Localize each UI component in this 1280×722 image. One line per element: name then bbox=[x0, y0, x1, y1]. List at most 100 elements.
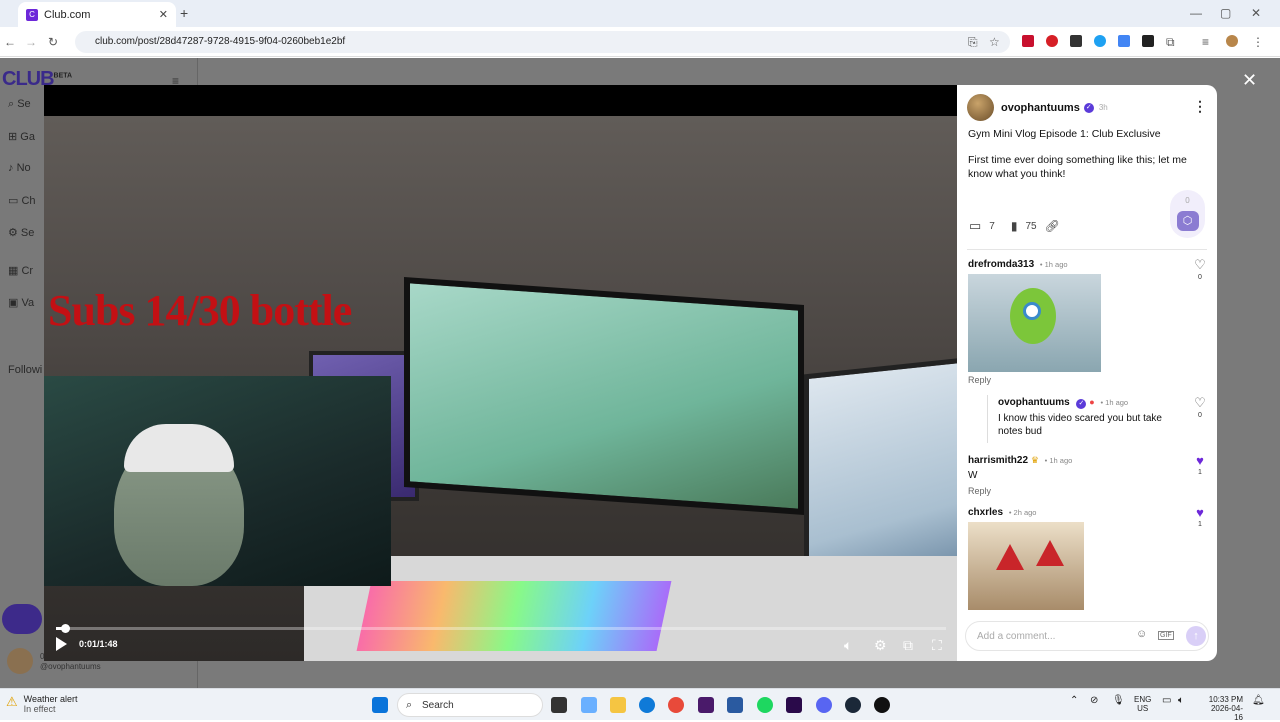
comment-text: W bbox=[968, 470, 978, 481]
window-close-button[interactable]: ✕ bbox=[1251, 6, 1261, 20]
play-icon[interactable] bbox=[56, 637, 67, 651]
author-avatar[interactable] bbox=[967, 94, 994, 121]
sidebar-item-games[interactable]: ⊞ Ga bbox=[8, 130, 35, 143]
minimize-button[interactable]: — bbox=[1190, 6, 1202, 20]
extension-icon[interactable] bbox=[1094, 35, 1106, 47]
video-progress-bar[interactable] bbox=[56, 624, 946, 633]
sidebar-item-settings[interactable]: ⚙ Se bbox=[8, 226, 34, 239]
app-icon[interactable] bbox=[698, 697, 714, 713]
post-panel: ovophantuums ✓ 3h ⋮ Gym Mini Vlog Episod… bbox=[957, 85, 1217, 661]
share-link-icon[interactable]: 🔗︎ bbox=[1045, 219, 1060, 233]
task-view-icon[interactable] bbox=[551, 697, 567, 713]
back-icon[interactable]: ← bbox=[4, 35, 16, 49]
comment-username[interactable]: chxrles bbox=[968, 507, 1003, 518]
comment-icon[interactable]: ▭ bbox=[969, 218, 981, 234]
copilot-icon[interactable] bbox=[581, 697, 597, 713]
like-heart-filled-icon[interactable]: ♥ 1 bbox=[1193, 453, 1207, 476]
like-heart-icon[interactable]: ♡ 0 bbox=[1193, 257, 1207, 281]
weather-widget[interactable]: ⚠ Weather alert In effect bbox=[6, 694, 78, 714]
browser-tab[interactable]: C Club.com ✕ bbox=[18, 2, 176, 27]
extensions-puzzle-icon[interactable]: ⧉ bbox=[1166, 35, 1175, 50]
taskbar-clock[interactable]: 10:33 PM 2026-04-16 bbox=[1205, 695, 1243, 722]
like-heart-filled-icon[interactable]: ♥ 1 bbox=[1193, 505, 1207, 528]
like-heart-icon[interactable]: ♡ 0 bbox=[1193, 395, 1207, 419]
notification-bell-icon[interactable]: 🔔︎ bbox=[1252, 695, 1265, 706]
network-icon[interactable]: ⊘ bbox=[1090, 695, 1098, 706]
extension-icon[interactable] bbox=[1070, 35, 1082, 47]
extension-icon[interactable] bbox=[1142, 35, 1154, 47]
premiere-icon[interactable] bbox=[786, 697, 802, 713]
sidebar-item-following[interactable]: Followi bbox=[8, 364, 42, 376]
tray-chevron-icon[interactable]: ⌃ bbox=[1070, 695, 1078, 706]
send-comment-button[interactable]: ↑ bbox=[1186, 626, 1206, 646]
add-comment-input[interactable]: Add a comment... ☺ GIF ↑ bbox=[965, 621, 1209, 651]
sidebar-item-chat[interactable]: ▭ Ch bbox=[8, 194, 36, 207]
comment-username[interactable]: ovophantuums bbox=[998, 397, 1070, 408]
windows-start-icon[interactable] bbox=[372, 697, 388, 713]
microphone-icon[interactable]: 🎙︎ bbox=[1112, 695, 1125, 706]
post-options-icon[interactable]: ⋮ bbox=[1193, 98, 1207, 115]
fullscreen-icon[interactable]: ⛶ bbox=[932, 637, 942, 654]
settings-gear-icon[interactable]: ⚙ bbox=[874, 637, 887, 654]
reply-link[interactable]: Reply bbox=[968, 375, 1101, 385]
comment-image[interactable] bbox=[968, 274, 1101, 372]
language-indicator[interactable]: ENG US bbox=[1134, 695, 1151, 713]
bookmark-star-icon[interactable]: ☆ bbox=[989, 35, 1000, 49]
app-icon[interactable] bbox=[874, 697, 890, 713]
sidebar-item-vault[interactable]: ▣ Va bbox=[8, 296, 34, 309]
address-bar[interactable]: club.com/post/28d47287-9728-4915-9f04-02… bbox=[75, 31, 1010, 53]
file-explorer-icon[interactable] bbox=[610, 697, 626, 713]
thread-line bbox=[987, 395, 988, 443]
tab-close-icon[interactable]: ✕ bbox=[159, 8, 168, 21]
create-post-button[interactable] bbox=[2, 604, 42, 634]
divider bbox=[967, 249, 1207, 250]
vote-widget[interactable]: 0 ⬡ bbox=[1170, 190, 1205, 238]
new-tab-button[interactable]: + bbox=[180, 5, 188, 21]
volume-icon[interactable]: 🔈︎ bbox=[844, 637, 852, 654]
taskbar-search[interactable]: ⌕ Search bbox=[397, 693, 543, 717]
maximize-button[interactable]: ▢ bbox=[1220, 6, 1231, 20]
sidebar-item-notifications[interactable]: ♪ No bbox=[8, 162, 31, 174]
forward-icon[interactable]: → bbox=[25, 35, 37, 49]
browser-menu-icon[interactable]: ⋮ bbox=[1252, 35, 1264, 49]
steam-icon[interactable] bbox=[845, 697, 861, 713]
extension-icon[interactable] bbox=[1022, 35, 1034, 47]
video-player[interactable]: Subs 14/30 bottle 0:01/1:48 🔈︎ ⚙ ⧉ ⛶ bbox=[44, 85, 957, 661]
video-progress-handle[interactable] bbox=[60, 624, 70, 633]
bell-icon: ♪ bbox=[8, 162, 17, 174]
spotify-icon[interactable] bbox=[757, 697, 773, 713]
extension-icon[interactable] bbox=[1046, 35, 1058, 47]
sidebar-item-search[interactable]: ⌕ Se bbox=[8, 98, 31, 111]
comment-username[interactable]: harrismith22 bbox=[968, 455, 1028, 466]
author-username[interactable]: ovophantuums bbox=[1001, 102, 1080, 114]
emoji-icon[interactable]: ☺ bbox=[1136, 628, 1147, 640]
media-control-icon[interactable]: ≡ bbox=[1202, 35, 1209, 49]
picture-in-picture-icon[interactable]: ⧉ bbox=[903, 637, 913, 654]
profile-avatar[interactable] bbox=[1226, 35, 1238, 47]
comment-image[interactable] bbox=[968, 522, 1084, 610]
comment-count: 7 bbox=[989, 220, 995, 232]
user-avatar[interactable] bbox=[7, 648, 33, 674]
reload-icon[interactable]: ↻ bbox=[48, 35, 58, 49]
discord-icon[interactable] bbox=[816, 697, 832, 713]
beta-badge: BETA bbox=[53, 72, 73, 80]
comment-time: • 1h ago bbox=[1044, 456, 1073, 465]
extension-icon[interactable] bbox=[1118, 35, 1130, 47]
app-icon[interactable] bbox=[727, 697, 743, 713]
sidebar-item-create[interactable]: ▦ Cr bbox=[8, 264, 33, 277]
post-time: 3h bbox=[1098, 103, 1108, 112]
volume-icon[interactable]: 🔈︎ bbox=[1178, 695, 1184, 706]
vote-button-icon[interactable]: ⬡ bbox=[1176, 211, 1199, 231]
close-modal-icon[interactable]: ✕ bbox=[1242, 70, 1257, 91]
vault-icon: ▣ bbox=[8, 297, 22, 309]
view-count: 75 bbox=[1025, 220, 1037, 232]
display-icon[interactable]: ▭ bbox=[1162, 695, 1171, 706]
reply-link[interactable]: Reply bbox=[968, 486, 1072, 496]
video-overlay-text: Subs 14/30 bottle bbox=[48, 286, 352, 335]
edge-icon[interactable] bbox=[639, 697, 655, 713]
comment-time: • 1h ago bbox=[1039, 260, 1068, 269]
cast-icon[interactable]: ⎘ bbox=[968, 35, 978, 50]
chrome-icon[interactable] bbox=[668, 697, 684, 713]
comment-username[interactable]: drefromda313 bbox=[968, 259, 1034, 270]
gif-button[interactable]: GIF bbox=[1158, 631, 1174, 640]
